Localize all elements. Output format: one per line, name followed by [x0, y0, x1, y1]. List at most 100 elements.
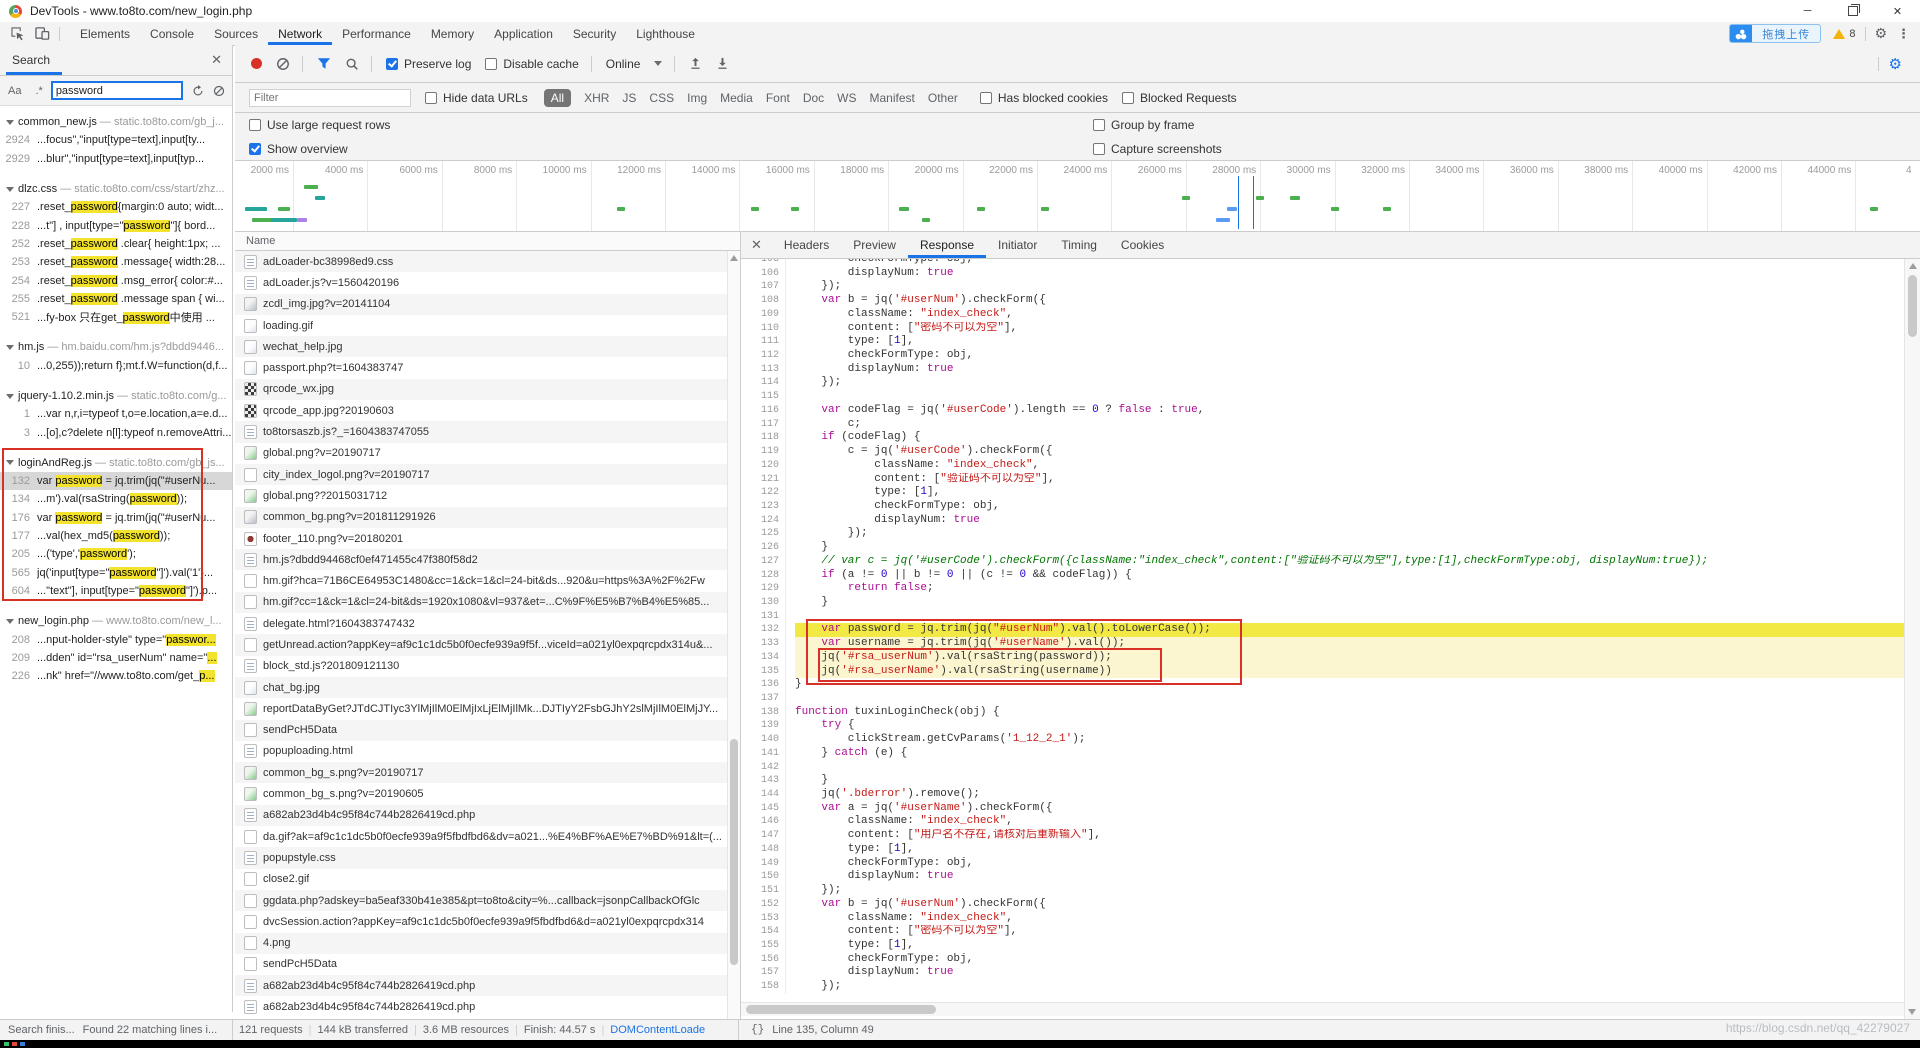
scrollbar-thumb[interactable] [746, 1005, 936, 1014]
devtools-tab-network[interactable]: Network [268, 22, 332, 45]
filter-type-img[interactable]: Img [687, 91, 707, 105]
devtools-tab-application[interactable]: Application [484, 22, 563, 45]
gutter-line-number[interactable]: 118 [741, 431, 786, 446]
search-result-line[interactable]: 1 ...var n,r,i=typeof t,o=e.location,a=e.… [0, 405, 232, 423]
search-network-icon[interactable] [345, 57, 359, 71]
request-row[interactable]: sendPcH5Data [235, 719, 740, 741]
blocked-requests-checkbox[interactable]: Blocked Requests [1121, 91, 1237, 105]
search-result-file[interactable]: loginAndReg.js — static.to8to.com/gb_js.… [0, 454, 232, 472]
code-horizontal-scrollbar[interactable] [741, 1002, 1904, 1016]
record-network-log-icon[interactable] [251, 58, 262, 69]
search-result-line[interactable]: 205 ...('type','password'); [0, 545, 232, 563]
request-row[interactable]: popupstyle.css [235, 847, 740, 869]
request-row[interactable]: common_bg.png?v=201811291926 [235, 506, 740, 528]
request-row[interactable]: global.png??2015031712 [235, 485, 740, 506]
gutter-line-number[interactable]: 138 [741, 705, 786, 720]
request-list-scrollbar[interactable] [727, 251, 741, 1019]
details-tab-initiator[interactable]: Initiator [986, 232, 1049, 258]
search-result-line[interactable]: 253 .reset_password .message{ width:28... [0, 253, 232, 271]
search-result-line[interactable]: 565 jq('input[type="password"]').val('1')… [0, 564, 232, 582]
gutter-line-number[interactable]: 145 [741, 801, 786, 816]
request-row[interactable]: hm.gif?hca=71B6CE64953C1480&cc=1&ck=1&cl… [235, 570, 740, 591]
gutter-line-number[interactable]: 112 [741, 349, 786, 363]
preserve-log-checkbox[interactable]: Preserve log [386, 57, 471, 71]
search-result-line[interactable]: 134 ...m').val(rsaString(password)); [0, 490, 232, 508]
close-button[interactable]: ✕ [1875, 0, 1920, 22]
refresh-search-icon[interactable] [192, 84, 204, 97]
gutter-line-number[interactable]: 153 [741, 911, 786, 926]
gutter-line-number[interactable]: 147 [741, 829, 786, 843]
match-case-button[interactable]: Aa [8, 85, 21, 97]
request-row[interactable]: qrcode_wx.jpg [235, 378, 740, 401]
filter-type-media[interactable]: Media [720, 91, 753, 105]
gutter-line-number[interactable]: 108 [741, 294, 786, 308]
gutter-line-number[interactable]: 122 [741, 486, 786, 500]
gutter-line-number[interactable]: 120 [741, 458, 786, 473]
gutter-line-number[interactable]: 107 [741, 280, 786, 295]
request-row[interactable]: passport.php?t=1604383747 [235, 357, 740, 378]
request-row[interactable]: common_bg_s.png?v=20190717 [235, 762, 740, 784]
search-result-line[interactable]: 254 .reset_password .msg_error{ color:#..… [0, 271, 232, 289]
gutter-line-number[interactable]: 148 [741, 842, 786, 857]
search-input[interactable] [50, 81, 183, 100]
more-menu-icon[interactable]: ⋮ [1897, 26, 1910, 42]
netdisk-extension-button[interactable]: 拖拽上传 [1729, 24, 1822, 43]
response-code-view[interactable]: 105 checkFormType: obj, 106 displayNum: t… [741, 259, 1904, 1001]
gutter-line-number[interactable]: 142 [741, 760, 786, 775]
use-large-request-rows-checkbox[interactable]: Use large request rows [249, 118, 390, 132]
gutter-line-number[interactable]: 129 [741, 582, 786, 596]
request-row[interactable]: loading.gif [235, 315, 740, 336]
request-row[interactable]: city_index_logol.png?v=20190717 [235, 463, 740, 486]
gutter-line-number[interactable]: 106 [741, 266, 786, 281]
scroll-up-icon[interactable] [730, 255, 738, 261]
export-har-icon[interactable] [716, 57, 729, 70]
filter-type-xhr[interactable]: XHR [584, 91, 609, 105]
close-search-icon[interactable]: ✕ [211, 52, 222, 68]
search-result-line[interactable]: 252 .reset_password .clear{ height:1px; .… [0, 235, 232, 253]
request-row[interactable]: a682ab23d4b4c95f84c744b2826419cd.php [235, 804, 740, 827]
group-by-frame-checkbox[interactable]: Group by frame [1093, 118, 1194, 132]
gutter-line-number[interactable]: 134 [741, 650, 786, 665]
gutter-line-number[interactable]: 130 [741, 595, 786, 610]
gutter-line-number[interactable]: 124 [741, 513, 786, 528]
gutter-line-number[interactable]: 128 [741, 568, 786, 583]
scrollbar-thumb[interactable] [730, 739, 738, 965]
gutter-line-number[interactable]: 117 [741, 417, 786, 432]
console-warning-badge[interactable]: 8 [1833, 28, 1855, 40]
search-result-line[interactable]: 209 ...dden" id="rsa_userNum" name="... [0, 649, 232, 667]
gutter-line-number[interactable]: 157 [741, 966, 786, 981]
search-result-line[interactable]: 604 ..."text"], input[type="password"]').… [0, 582, 232, 600]
gutter-line-number[interactable]: 154 [741, 925, 786, 939]
request-row[interactable]: hm.js?dbdd94468cf0ef471455c47f380f58d2 [235, 549, 740, 571]
pretty-print-icon[interactable]: {} [751, 1024, 764, 1036]
request-row[interactable]: da.gif?ak=af9c1c1dc5b0f0ecfe939a9f5fbdfb… [235, 826, 740, 847]
devtools-tab-lighthouse[interactable]: Lighthouse [626, 22, 705, 45]
gutter-line-number[interactable]: 115 [741, 390, 786, 404]
request-row[interactable]: close2.gif [235, 869, 740, 890]
gutter-line-number[interactable]: 155 [741, 938, 786, 953]
gutter-line-number[interactable]: 105 [741, 259, 786, 267]
search-result-line[interactable]: 2929 ...blur","input[type=text],input[typ… [0, 150, 232, 168]
details-tab-headers[interactable]: Headers [772, 232, 841, 258]
regex-button[interactable]: .* [35, 85, 42, 97]
restore-button[interactable] [1830, 0, 1875, 22]
minimize-button[interactable]: ─ [1785, 0, 1830, 22]
gutter-line-number[interactable]: 150 [741, 870, 786, 885]
search-result-line[interactable]: 521 ...fy-box 只在get_password中使用 ... [0, 308, 232, 326]
capture-screenshots-checkbox[interactable]: Capture screenshots [1093, 142, 1222, 156]
devtools-tab-elements[interactable]: Elements [70, 22, 140, 45]
search-result-line[interactable]: 176 var password = jq.trim(jq("#userNu... [0, 509, 232, 527]
filter-input[interactable] [249, 88, 411, 107]
search-result-line[interactable]: 208 ...nput-holder-style" type="passwor..… [0, 630, 232, 648]
devtools-tab-performance[interactable]: Performance [332, 22, 421, 45]
request-row[interactable]: popuploading.html [235, 741, 740, 762]
clear-network-log-icon[interactable] [276, 57, 290, 71]
search-result-file[interactable]: dlzc.css — static.to8to.com/css/start/zh… [0, 180, 232, 198]
details-tab-preview[interactable]: Preview [841, 232, 908, 258]
gutter-line-number[interactable]: 127 [741, 554, 786, 569]
gutter-line-number[interactable]: 110 [741, 321, 786, 336]
gutter-line-number[interactable]: 135 [741, 664, 786, 679]
filter-type-ws[interactable]: WS [837, 91, 856, 105]
gutter-line-number[interactable]: 139 [741, 719, 786, 734]
device-toolbar-icon[interactable] [34, 26, 50, 42]
